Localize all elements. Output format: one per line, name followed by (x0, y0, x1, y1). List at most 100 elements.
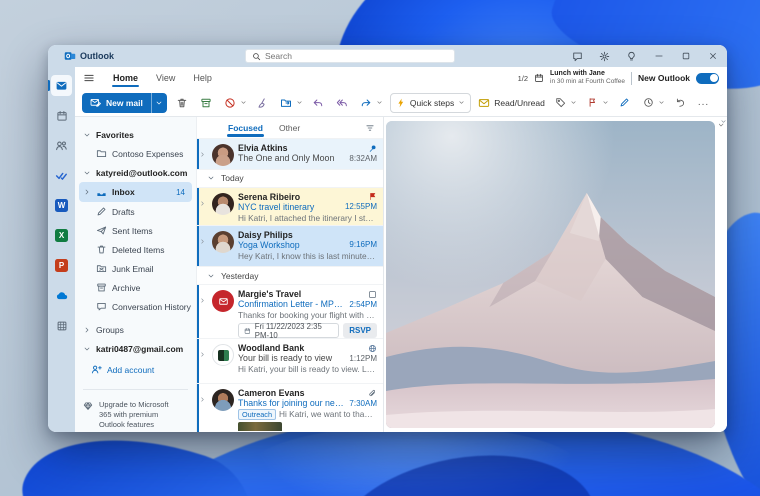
folder-sent-items[interactable]: Sent Items (75, 221, 196, 240)
unread-indicator (197, 187, 199, 225)
sweep-icon[interactable] (254, 93, 271, 112)
favorites-header[interactable]: Favorites (75, 125, 196, 144)
trash-icon (96, 244, 107, 255)
conversation-icon (96, 301, 107, 312)
flag-icon[interactable] (368, 192, 377, 201)
search-input[interactable] (265, 51, 425, 61)
folder-junk-email[interactable]: Junk Email (75, 259, 196, 278)
move-dropdown-icon[interactable] (296, 99, 303, 106)
titlebar: Outlook (48, 45, 727, 67)
message-list-tabs: Focused Other (197, 117, 383, 139)
forward-icon[interactable] (358, 93, 375, 112)
new-mail-button[interactable]: New mail (82, 92, 167, 113)
expand-chevron-icon[interactable] (199, 343, 208, 381)
flag-icon[interactable] (584, 93, 601, 112)
message-row-selected[interactable]: Daisy Philips Yoga Workshop 9:16PM Hey K… (197, 225, 383, 268)
flag-dropdown-icon[interactable] (602, 99, 609, 106)
new-mail-dropdown[interactable] (150, 92, 167, 113)
message-row[interactable]: Woodland Bank Your bill is ready to view… (197, 339, 383, 384)
tab-home[interactable]: Home (111, 69, 140, 87)
maximize-button[interactable] (679, 50, 692, 63)
rail-people-icon[interactable] (51, 135, 72, 156)
group-header-today[interactable]: Today (197, 170, 383, 188)
account-katyreid[interactable]: katyreid@outlook.com (75, 163, 196, 182)
report-dropdown-icon[interactable] (240, 99, 247, 106)
message-list: Focused Other Elvia Atkins The One and O… (196, 117, 384, 432)
add-account-button[interactable]: Add account (75, 360, 196, 379)
meeting-peek[interactable]: Lunch with Jane in 30 min at Fourth Coff… (550, 70, 625, 86)
groups-header[interactable]: Groups (75, 320, 196, 339)
message-row[interactable]: Cameron Evans Thanks for joining our net… (197, 384, 383, 432)
minimize-button[interactable] (652, 50, 665, 63)
rsvp-button[interactable]: RSVP (343, 323, 377, 339)
scroll-down-chevron-icon[interactable] (720, 118, 727, 125)
message-row[interactable]: Serena Ribeiro NYC travel itinerary 12:5… (197, 187, 383, 226)
search-bar[interactable] (245, 49, 455, 63)
divider (83, 389, 188, 390)
reply-icon[interactable] (310, 93, 327, 112)
drafts-icon (96, 206, 107, 217)
hamburger-menu-icon[interactable] (83, 72, 97, 84)
folder-deleted-items[interactable]: Deleted Items (75, 240, 196, 259)
account-katri0487[interactable]: katri0487@gmail.com (75, 339, 196, 358)
feedback-icon[interactable] (571, 50, 584, 63)
categorize-dropdown-icon[interactable] (570, 99, 577, 106)
rail-powerpoint-icon[interactable]: P (51, 255, 72, 276)
categorize-tag-icon[interactable] (552, 93, 569, 112)
expand-chevron-icon[interactable] (199, 388, 208, 430)
rsvp-date-chip[interactable]: Fri 11/22/2023 2:35 PM-10 (238, 322, 340, 340)
close-button[interactable] (706, 50, 719, 63)
chevron-down-icon (207, 174, 215, 182)
folder-conversation-history[interactable]: Conversation History (75, 297, 196, 316)
group-header-yesterday[interactable]: Yesterday (197, 267, 383, 286)
quick-steps-control[interactable]: Quick steps (389, 92, 472, 113)
folder-label: Sent Items (112, 225, 153, 236)
tab-other[interactable]: Other (278, 119, 301, 137)
expand-chevron-icon[interactable] (199, 143, 208, 167)
delete-icon[interactable] (174, 93, 191, 112)
rail-more-apps-icon[interactable] (51, 315, 72, 336)
message-time: 7:30AM (349, 398, 377, 408)
expand-chevron-icon[interactable] (199, 289, 208, 336)
folder-drafts[interactable]: Drafts (75, 202, 196, 221)
reply-all-icon[interactable] (334, 93, 351, 112)
tab-view[interactable]: View (154, 69, 177, 87)
expand-chevron-icon[interactable] (199, 230, 208, 265)
scrollbar[interactable] (719, 117, 727, 432)
expand-chevron-icon[interactable] (199, 192, 208, 223)
tab-help[interactable]: Help (191, 69, 214, 87)
edit-pencil-icon[interactable] (616, 93, 633, 112)
report-icon[interactable] (222, 93, 239, 112)
move-to-folder-icon[interactable] (278, 93, 295, 112)
account-label: katri0487@gmail.com (96, 343, 184, 354)
tab-focused[interactable]: Focused (227, 119, 264, 137)
rail-mail-icon[interactable] (48, 75, 72, 96)
read-unread-button[interactable]: Read/Unread (478, 97, 545, 109)
rail-word-icon[interactable]: W (51, 195, 72, 216)
folder-contoso-expenses[interactable]: Contoso Expenses (75, 144, 196, 163)
upgrade-promo[interactable]: Upgrade to Microsoft 365 with premium Ou… (75, 398, 196, 432)
new-outlook-toggle[interactable] (696, 72, 719, 84)
filter-icon[interactable] (365, 123, 375, 133)
rail-onedrive-icon[interactable] (51, 285, 72, 306)
rail-excel-icon[interactable]: X (51, 225, 72, 246)
chevron-right-icon (83, 188, 91, 196)
undo-icon[interactable] (672, 93, 689, 112)
group-label: Today (221, 173, 244, 184)
more-options-button[interactable]: ... (698, 97, 709, 108)
snooze-dropdown-icon[interactable] (658, 99, 665, 106)
settings-gear-icon[interactable] (598, 50, 611, 63)
tips-lightbulb-icon[interactable] (625, 50, 638, 63)
forward-dropdown-icon[interactable] (376, 99, 383, 106)
archive-icon[interactable] (198, 93, 215, 112)
attachment-thumbnail[interactable] (238, 422, 282, 432)
message-row[interactable]: Margie's Travel Confirmation Letter - MP… (197, 285, 383, 340)
rail-calendar-icon[interactable] (51, 105, 72, 126)
junk-icon (96, 263, 107, 274)
message-row[interactable]: Elvia Atkins The One and Only Moon 8:32A… (197, 139, 383, 170)
rail-todo-icon[interactable] (51, 165, 72, 186)
folder-label: Inbox (112, 187, 135, 197)
folder-inbox[interactable]: Inbox 14 (79, 182, 192, 202)
snooze-clock-icon[interactable] (640, 93, 657, 112)
folder-archive[interactable]: Archive (75, 278, 196, 297)
